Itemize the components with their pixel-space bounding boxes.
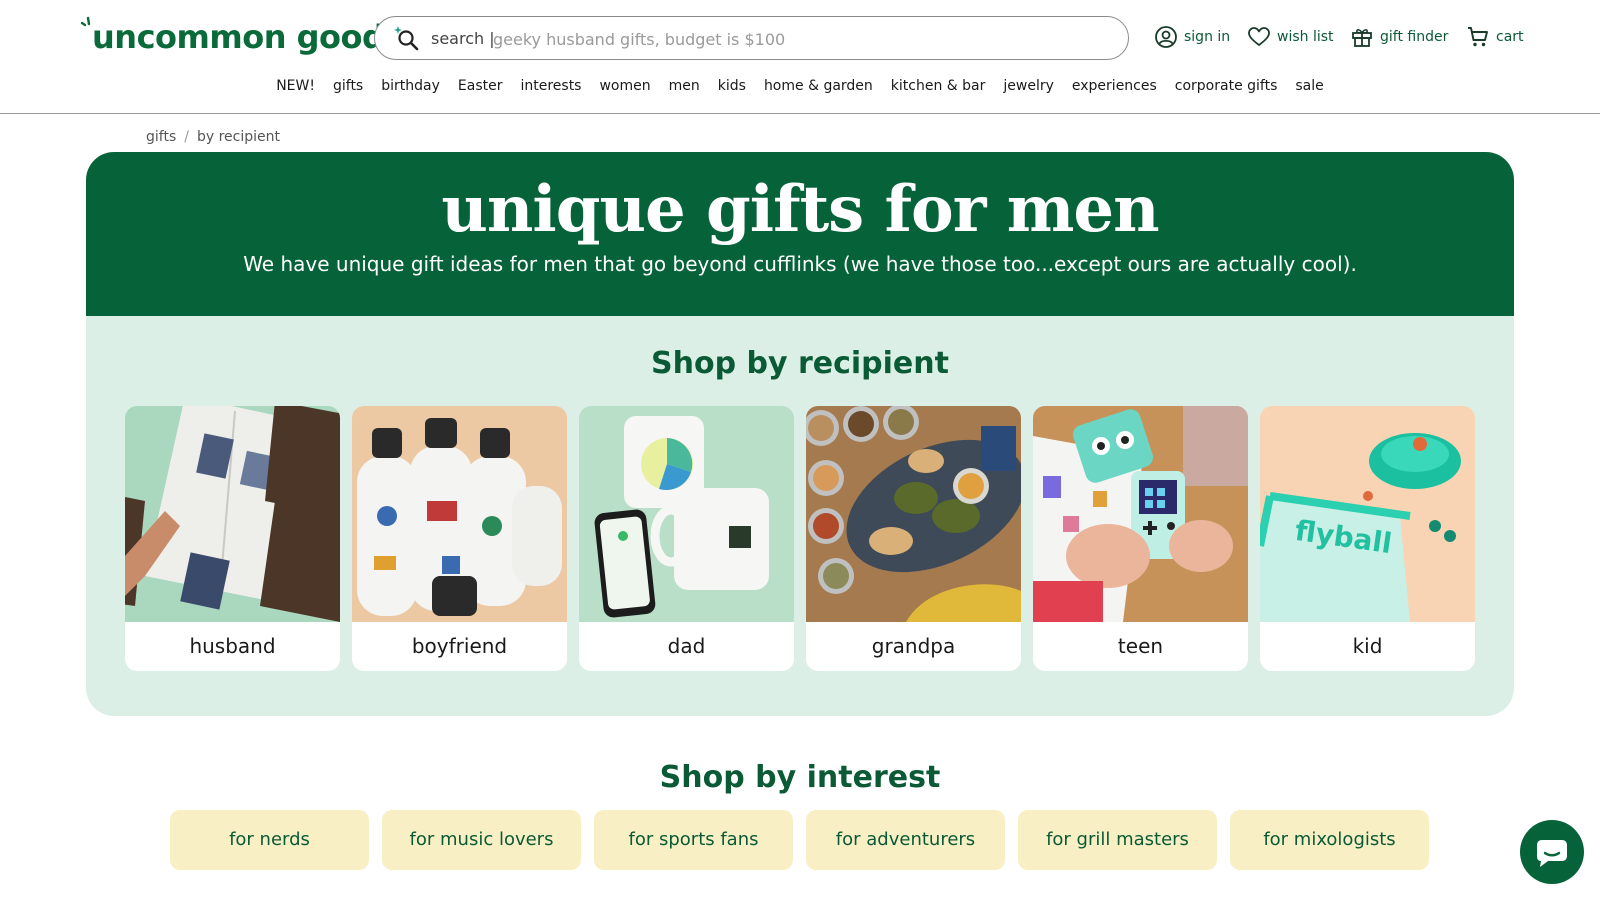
nav-item-interests[interactable]: interests [520,78,581,102]
nav-item-home-garden[interactable]: home & garden [764,78,873,102]
hero-banner: unique gifts for men We have unique gift… [86,152,1514,316]
recipient-card-label: boyfriend [411,634,508,658]
nav-item-gifts[interactable]: gifts [333,78,363,102]
recipient-section-title: Shop by recipient [651,346,949,381]
recipient-card-label: grandpa [871,634,956,658]
sparkle-search-icon [394,26,419,51]
recipient-card-label: husband [189,634,276,658]
nav-item-sale[interactable]: sale [1295,78,1323,102]
user-circle-icon [1155,26,1177,48]
site-header: uncommon goods search | sign in wish lis… [0,0,1600,114]
recipient-card-kid[interactable]: flyball kid [1260,406,1475,671]
breadcrumb-separator: / [184,129,189,145]
nav-item-birthday[interactable]: birthday [381,78,440,102]
cart-link[interactable]: cart [1466,22,1524,52]
gift-finder-label: gift finder [1380,29,1449,45]
page-title: unique gifts for men [441,172,1159,247]
dad-image [579,406,794,622]
breadcrumb: gifts / by recipient [146,129,280,145]
nav-item-men[interactable]: men [669,78,700,102]
nav-item-experiences[interactable]: experiences [1072,78,1157,102]
chat-button[interactable] [1520,820,1584,884]
chat-bubble-icon [1537,840,1567,867]
recipient-card-label: teen [1117,634,1164,658]
cart-icon [1468,27,1488,47]
nav-item-corporate-gifts[interactable]: corporate gifts [1175,78,1278,102]
recipient-card-teen[interactable]: teen [1033,406,1248,671]
hero-subtitle: We have unique gift ideas for men that g… [243,252,1357,276]
heart-icon [1248,27,1270,46]
nav-item-jewelry[interactable]: jewelry [1003,78,1054,102]
search-input[interactable] [493,25,1093,53]
interest-chip-sports-fans[interactable]: for sports fans [594,810,793,870]
logo-text: uncommon goods [92,18,403,56]
husband-image [125,406,340,622]
recipient-card-label: dad [667,634,706,658]
main-nav: NEW! gifts birthday Easter interests wom… [0,78,1600,102]
interest-chip-music-lovers[interactable]: for music lovers [382,810,581,870]
uncommon-goods-logo[interactable]: uncommon goods [80,16,403,62]
breadcrumb-by-recipient[interactable]: by recipient [197,129,280,145]
recipient-section: Shop by recipient husband boyfriend dad … [86,316,1514,716]
recipient-card-dad[interactable]: dad [579,406,794,671]
interest-chip-grill-masters[interactable]: for grill masters [1018,810,1217,870]
recipient-cards: husband boyfriend dad grandpa teen flyba… [125,406,1475,671]
gift-finder-link[interactable]: gift finder [1350,22,1448,52]
nav-item-new[interactable]: NEW! [276,78,315,102]
wish-list-link[interactable]: wish list [1247,22,1334,52]
recipient-card-boyfriend[interactable]: boyfriend [352,406,567,671]
nav-item-easter[interactable]: Easter [458,78,503,102]
boyfriend-image [352,406,567,622]
kid-image: flyball [1260,406,1475,622]
interest-section-title: Shop by interest [659,760,941,795]
interest-chip-adventurers[interactable]: for adventurers [806,810,1005,870]
teen-image [1033,406,1248,622]
recipient-card-label: kid [1352,634,1383,658]
grandpa-image [806,406,1021,622]
gift-icon [1352,29,1372,47]
search-label: search | [431,29,495,48]
interest-chips: for nerds for music lovers for sports fa… [170,810,1429,870]
nav-item-women[interactable]: women [599,78,650,102]
sign-in-label: sign in [1184,29,1231,45]
interest-chip-nerds[interactable]: for nerds [170,810,369,870]
nav-item-kitchen-bar[interactable]: kitchen & bar [891,78,986,102]
interest-chip-mixologists[interactable]: for mixologists [1230,810,1429,870]
search-bar[interactable]: search | [374,16,1129,60]
cart-label: cart [1496,29,1524,45]
recipient-card-husband[interactable]: husband [125,406,340,671]
recipient-card-grandpa[interactable]: grandpa [806,406,1021,671]
sign-in-link[interactable]: sign in [1154,22,1230,52]
wish-list-label: wish list [1277,29,1334,45]
nav-item-kids[interactable]: kids [718,78,746,102]
breadcrumb-gifts[interactable]: gifts [146,129,176,145]
